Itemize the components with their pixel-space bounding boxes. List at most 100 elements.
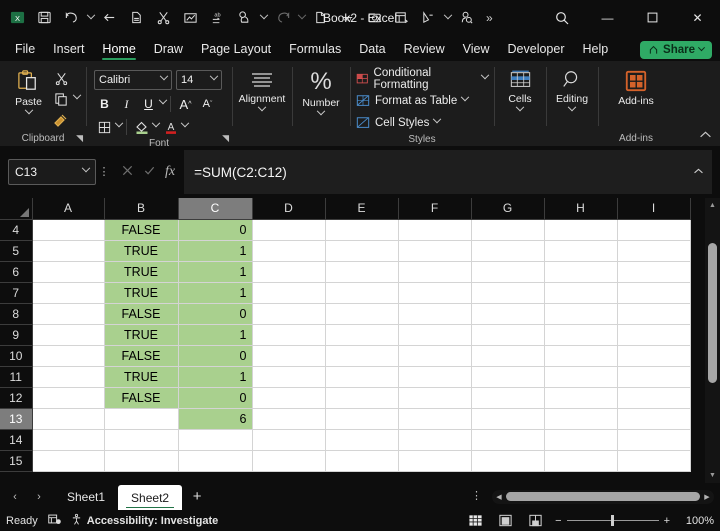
- cell-H4[interactable]: [544, 219, 618, 241]
- column-header-h[interactable]: H: [544, 198, 618, 220]
- next-sheet-icon[interactable]: ›: [28, 486, 50, 508]
- normal-view-icon[interactable]: [465, 513, 485, 529]
- share-button[interactable]: Share: [640, 41, 712, 59]
- cell-B10[interactable]: FALSE: [104, 345, 179, 367]
- spreadsheet-grid[interactable]: A B C D E F G H I 4 FALSE 0 5 TRUE 1 6 TRUE 1 7 TR…: [0, 198, 720, 483]
- cell-I5[interactable]: [617, 240, 691, 262]
- cell-D9[interactable]: [252, 324, 326, 346]
- tab-insert[interactable]: Insert: [44, 40, 93, 61]
- cell-C7[interactable]: 1: [178, 282, 253, 304]
- cell-I8[interactable]: [617, 303, 691, 325]
- sheet-tab-sheet1[interactable]: Sheet1: [54, 483, 118, 510]
- cell-E10[interactable]: [325, 345, 399, 367]
- cell-I6[interactable]: [617, 261, 691, 283]
- cell-D8[interactable]: [252, 303, 326, 325]
- clipboard-dialog-launcher[interactable]: ◥: [76, 133, 83, 144]
- cell-A7[interactable]: [32, 282, 105, 304]
- alignment-button[interactable]: Alignment: [238, 65, 286, 115]
- touch-mode-dropdown-icon[interactable]: [258, 5, 269, 31]
- cell-C14[interactable]: [178, 429, 253, 451]
- font-family-combo[interactable]: Calibri: [94, 70, 172, 90]
- cells-dropdown-icon[interactable]: [515, 102, 525, 115]
- inking-dropdown-icon[interactable]: [442, 5, 453, 31]
- cell-G7[interactable]: [471, 282, 545, 304]
- cell-H7[interactable]: [544, 282, 618, 304]
- cell-F5[interactable]: [398, 240, 472, 262]
- row-header-14[interactable]: 14: [0, 429, 33, 451]
- copy-button[interactable]: [51, 90, 82, 108]
- cell-F12[interactable]: [398, 387, 472, 409]
- cell-H15[interactable]: [544, 450, 618, 472]
- cell-H14[interactable]: [544, 429, 618, 451]
- number-dropdown-icon[interactable]: [316, 106, 326, 119]
- cell-A4[interactable]: [32, 219, 105, 241]
- cell-D7[interactable]: [252, 282, 326, 304]
- name-box[interactable]: C13: [8, 159, 96, 185]
- cell-E11[interactable]: [325, 366, 399, 388]
- cell-I9[interactable]: [617, 324, 691, 346]
- cell-I4[interactable]: [617, 219, 691, 241]
- cell-C11[interactable]: 1: [178, 366, 253, 388]
- cell-D10[interactable]: [252, 345, 326, 367]
- tab-help[interactable]: Help: [574, 40, 618, 61]
- cell-A15[interactable]: [32, 450, 105, 472]
- decrease-font-size-button[interactable]: Aˇ: [197, 94, 218, 114]
- cell-G13[interactable]: [471, 408, 545, 430]
- cell-I15[interactable]: [617, 450, 691, 472]
- tab-file[interactable]: File: [6, 40, 44, 61]
- fill-color-button[interactable]: [131, 117, 152, 137]
- conditional-formatting-button[interactable]: Conditional Formatting: [356, 67, 490, 91]
- cell-A11[interactable]: [32, 366, 105, 388]
- cell-I10[interactable]: [617, 345, 691, 367]
- cell-B9[interactable]: TRUE: [104, 324, 179, 346]
- cell-E12[interactable]: [325, 387, 399, 409]
- cell-B15[interactable]: [104, 450, 179, 472]
- cell-B7[interactable]: TRUE: [104, 282, 179, 304]
- chevron-down-icon[interactable]: [433, 114, 442, 127]
- cell-I11[interactable]: [617, 366, 691, 388]
- column-header-a[interactable]: A: [32, 198, 105, 220]
- cell-E13[interactable]: [325, 408, 399, 430]
- editing-dropdown-icon[interactable]: [567, 102, 577, 115]
- cell-B14[interactable]: [104, 429, 179, 451]
- cell-A10[interactable]: [32, 345, 105, 367]
- row-header-12[interactable]: 12: [0, 387, 33, 409]
- tab-data[interactable]: Data: [350, 40, 394, 61]
- cell-B12[interactable]: FALSE: [104, 387, 179, 409]
- cell-C4[interactable]: 0: [178, 219, 253, 241]
- row-header-8[interactable]: 8: [0, 303, 33, 325]
- vertical-scrollbar[interactable]: ▲ ▼: [705, 198, 720, 483]
- cell-A8[interactable]: [32, 303, 105, 325]
- cell-A14[interactable]: [32, 429, 105, 451]
- cell-H13[interactable]: [544, 408, 618, 430]
- font-color-dropdown-icon[interactable]: [180, 118, 190, 131]
- cell-E8[interactable]: [325, 303, 399, 325]
- column-header-b[interactable]: B: [104, 198, 179, 220]
- zoom-out-button[interactable]: −: [555, 515, 561, 527]
- cell-C10[interactable]: 0: [178, 345, 253, 367]
- cell-F9[interactable]: [398, 324, 472, 346]
- undo-dropdown-icon[interactable]: [85, 5, 96, 31]
- sheet-tab-sheet2[interactable]: Sheet2: [118, 485, 183, 510]
- protect-user-icon[interactable]: [453, 5, 480, 31]
- cell-F7[interactable]: [398, 282, 472, 304]
- cell-G4[interactable]: [471, 219, 545, 241]
- cell-C15[interactable]: [178, 450, 253, 472]
- cell-H12[interactable]: [544, 387, 618, 409]
- previous-sheet-icon[interactable]: ‹: [4, 486, 26, 508]
- cell-A5[interactable]: [32, 240, 105, 262]
- cell-D11[interactable]: [252, 366, 326, 388]
- row-header-7[interactable]: 7: [0, 282, 33, 304]
- cell-B4[interactable]: FALSE: [104, 219, 179, 241]
- row-header-15[interactable]: 15: [0, 450, 33, 472]
- cut-scissors-icon[interactable]: [150, 5, 177, 31]
- cell-C5[interactable]: 1: [178, 240, 253, 262]
- tab-view[interactable]: View: [454, 40, 499, 61]
- cell-E14[interactable]: [325, 429, 399, 451]
- back-arrow-icon[interactable]: [96, 5, 123, 31]
- scroll-left-icon[interactable]: ◀: [492, 493, 506, 501]
- qat-overflow-button[interactable]: »: [480, 11, 498, 25]
- cell-F8[interactable]: [398, 303, 472, 325]
- chevron-down-icon[interactable]: [461, 92, 470, 105]
- cell-G14[interactable]: [471, 429, 545, 451]
